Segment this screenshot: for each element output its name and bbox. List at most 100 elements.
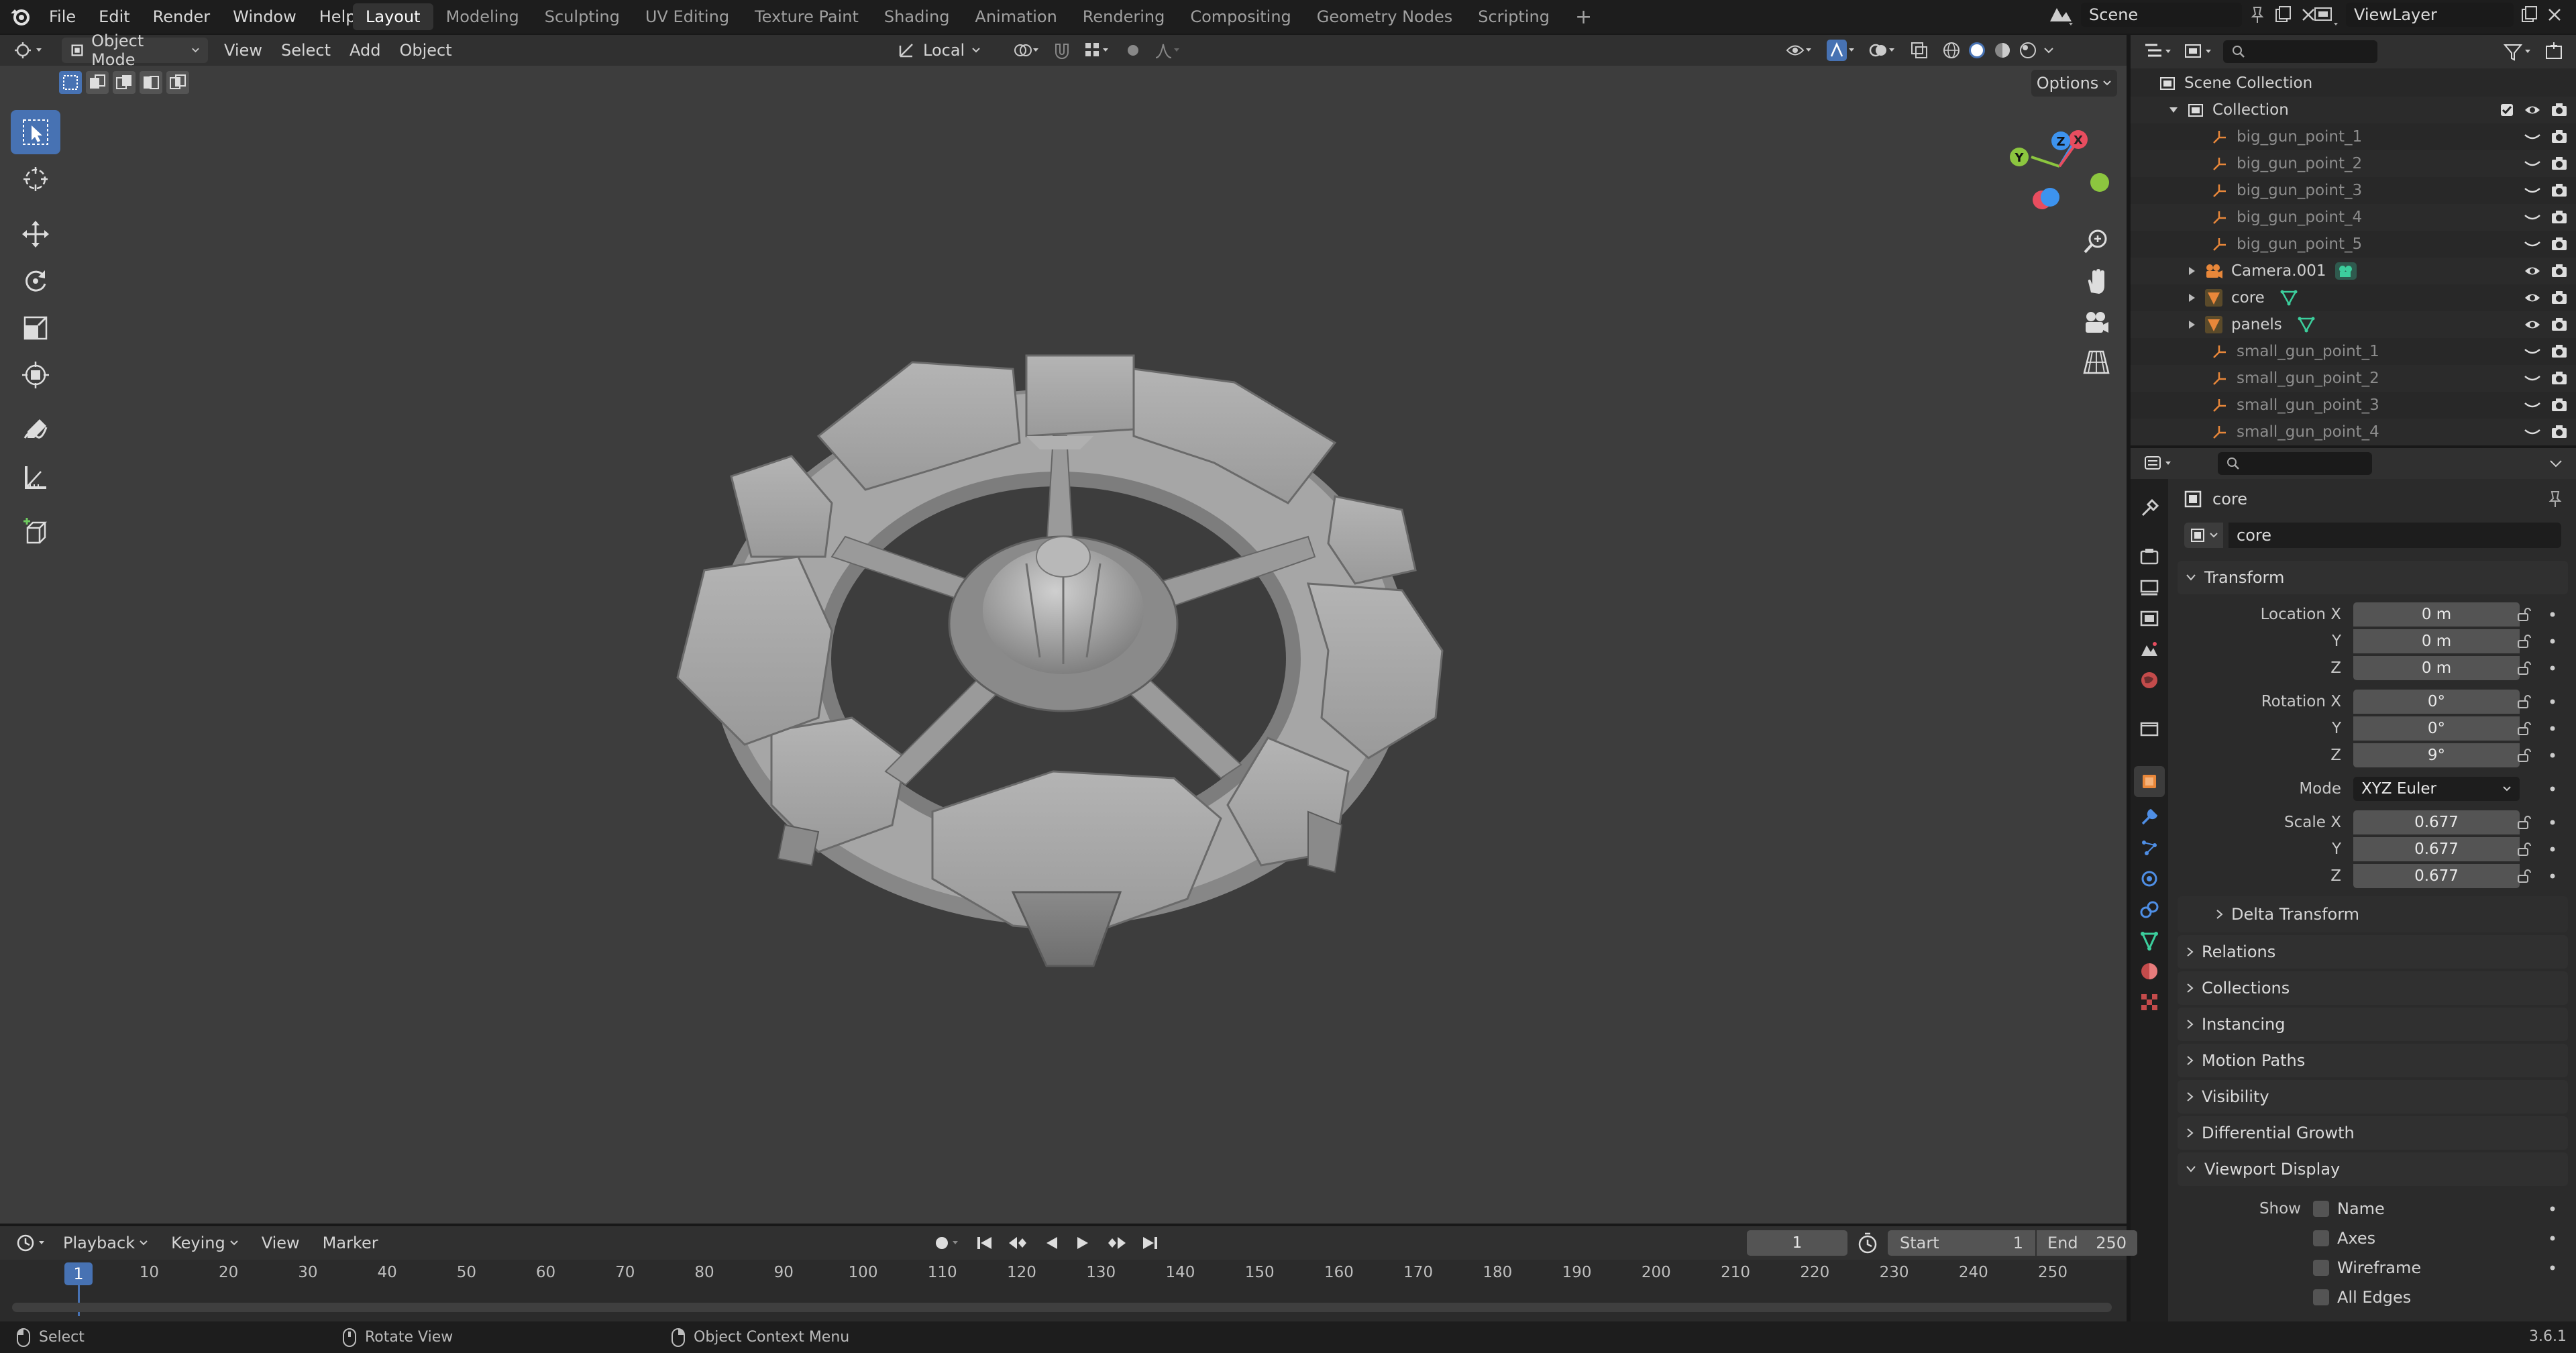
rendered-shading-icon[interactable]: [2018, 40, 2038, 60]
eye-closed-icon[interactable]: [2524, 425, 2541, 439]
render-camera-icon[interactable]: [2551, 264, 2568, 278]
outliner-editor-icon[interactable]: [2143, 41, 2175, 62]
rotation-x-field[interactable]: 0°: [2353, 690, 2520, 714]
rotation-mode-select[interactable]: XYZ Euler: [2353, 777, 2520, 801]
delta-transform-header[interactable]: Delta Transform: [2178, 896, 2568, 932]
eye-closed-icon[interactable]: [2524, 183, 2541, 198]
render-camera-icon[interactable]: [2551, 344, 2568, 359]
collapsed-panel-header[interactable]: Relations: [2178, 935, 2568, 969]
unlocked-icon[interactable]: [2516, 747, 2532, 763]
collapsed-panel-header[interactable]: Collections: [2178, 971, 2568, 1005]
object-name-field[interactable]: core: [2229, 523, 2561, 548]
keyframe-dot-icon[interactable]: [2549, 611, 2556, 618]
object-browse-button[interactable]: [2184, 523, 2223, 548]
keyframe-dot-icon[interactable]: [2549, 698, 2556, 705]
keyframe-dot-icon[interactable]: [2549, 752, 2556, 759]
rotation-z-field[interactable]: 9°: [2353, 743, 2520, 767]
render-tab-icon[interactable]: [2139, 546, 2160, 567]
outliner-search-input[interactable]: [2223, 40, 2377, 63]
unlocked-icon[interactable]: [2516, 868, 2532, 884]
outliner-item[interactable]: big_gun_point_4: [2131, 204, 2576, 231]
show-name-checkbox[interactable]: Name: [2313, 1199, 2385, 1218]
station-mesh[interactable]: [664, 342, 1456, 973]
outliner-item[interactable]: panels: [2131, 311, 2576, 338]
render-camera-icon[interactable]: [2551, 210, 2568, 225]
prev-keyframe-icon[interactable]: [1006, 1232, 1029, 1254]
select-box-tool[interactable]: [11, 110, 60, 154]
perspective-toggle-icon[interactable]: [2082, 347, 2111, 377]
scene-name-field[interactable]: Scene: [2081, 3, 2242, 27]
unlocked-icon[interactable]: [2516, 720, 2532, 737]
expand-arrow-right-icon[interactable]: [2187, 292, 2196, 303]
rotation-y-field[interactable]: 0°: [2353, 716, 2520, 741]
unlocked-icon[interactable]: [2516, 694, 2532, 710]
annotate-tool[interactable]: [11, 408, 60, 452]
keyframe-dot-icon[interactable]: [2549, 819, 2556, 826]
physics-tab-icon[interactable]: [2139, 868, 2160, 889]
outliner-item[interactable]: small_gun_point_1: [2131, 338, 2576, 365]
add-cube-tool[interactable]: [11, 510, 60, 554]
menu-marker[interactable]: Marker: [313, 1230, 388, 1256]
material-tab-icon[interactable]: [2139, 961, 2160, 982]
render-camera-icon[interactable]: [2551, 425, 2568, 439]
menu-timeline-view[interactable]: View: [252, 1230, 309, 1256]
transform-tool[interactable]: [11, 353, 60, 397]
keyframe-dot-icon[interactable]: [2549, 846, 2556, 853]
filter-icon[interactable]: [2502, 41, 2534, 62]
tab-uv-editing[interactable]: UV Editing: [633, 3, 742, 30]
show-axes-checkbox[interactable]: Axes: [2313, 1229, 2375, 1248]
add-workspace-button[interactable]: +: [1562, 3, 1605, 30]
particles-tab-icon[interactable]: [2139, 837, 2160, 859]
unlocked-icon[interactable]: [2516, 606, 2532, 623]
end-frame-field[interactable]: End 250: [2037, 1230, 2137, 1256]
menu-object[interactable]: Object: [390, 38, 461, 63]
tab-geometry-nodes[interactable]: Geometry Nodes: [1304, 3, 1465, 30]
eye-closed-icon[interactable]: [2524, 156, 2541, 171]
eye-closed-icon[interactable]: [2524, 371, 2541, 386]
keyframe-dot-icon[interactable]: [2549, 1235, 2556, 1242]
select-invert-icon[interactable]: [140, 71, 162, 94]
render-camera-icon[interactable]: [2551, 290, 2568, 305]
collection-tab-icon[interactable]: [2139, 718, 2160, 739]
keyframe-dot-icon[interactable]: [2549, 1205, 2556, 1212]
keyframe-dot-icon[interactable]: [2549, 725, 2556, 732]
stopwatch-icon[interactable]: [1856, 1231, 1880, 1255]
checkbox-checked-icon[interactable]: [2500, 103, 2514, 117]
mesh-data-icon[interactable]: [2279, 289, 2298, 307]
unlocked-icon[interactable]: [2516, 633, 2532, 649]
eye-closed-icon[interactable]: [2524, 237, 2541, 252]
texture-tab-icon[interactable]: [2139, 991, 2160, 1013]
mesh-data-icon[interactable]: [2297, 316, 2316, 333]
new-scene-icon[interactable]: [2273, 5, 2293, 25]
scene-icon[interactable]: [2046, 3, 2076, 27]
scale-tool[interactable]: [11, 306, 60, 350]
expand-arrow-right-icon[interactable]: [2187, 266, 2196, 276]
render-camera-icon[interactable]: [2551, 371, 2568, 386]
world-tab-icon[interactable]: [2139, 669, 2160, 691]
properties-search-input[interactable]: [2218, 452, 2372, 475]
move-tool[interactable]: [11, 212, 60, 256]
menu-view[interactable]: View: [215, 38, 272, 63]
current-frame-field[interactable]: 1: [1747, 1230, 1847, 1256]
scale-x-field[interactable]: 0.677: [2353, 810, 2520, 834]
next-keyframe-icon[interactable]: [1106, 1232, 1128, 1254]
tab-compositing[interactable]: Compositing: [1177, 3, 1303, 30]
gizmo-toggle-icon[interactable]: [1826, 39, 1856, 62]
material-shading-icon[interactable]: [1992, 40, 2012, 60]
expand-arrow-right-icon[interactable]: [2187, 319, 2196, 330]
pan-hand-icon[interactable]: [2082, 267, 2111, 296]
pin-icon[interactable]: [2247, 5, 2267, 25]
mesh-data-tab-icon[interactable]: [2139, 930, 2160, 951]
play-icon[interactable]: [1073, 1232, 1093, 1254]
tool-settings-tab-icon[interactable]: [2139, 498, 2160, 519]
tab-modeling[interactable]: Modeling: [433, 3, 532, 30]
zoom-icon[interactable]: [2082, 227, 2111, 256]
tab-sculpting[interactable]: Sculpting: [532, 3, 633, 30]
menu-keying[interactable]: Keying: [162, 1230, 248, 1256]
scene-collection-row[interactable]: Scene Collection: [2131, 70, 2576, 97]
keyframe-dot-icon[interactable]: [2549, 1264, 2556, 1271]
render-camera-icon[interactable]: [2551, 183, 2568, 198]
location-y-field[interactable]: 0 m: [2353, 629, 2520, 653]
proportional-edit-icon[interactable]: [1123, 40, 1143, 60]
rotate-tool[interactable]: [11, 259, 60, 303]
